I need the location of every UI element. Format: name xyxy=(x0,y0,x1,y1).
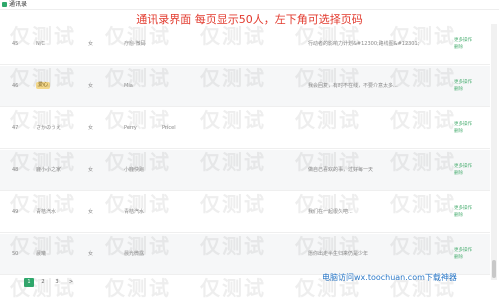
contact-name: 晨曦 xyxy=(36,251,47,257)
contact-name: 青桔汽水 xyxy=(36,209,57,215)
more-actions-link[interactable]: 更多操作 xyxy=(454,37,478,44)
watermark-text: 仅测试 xyxy=(105,276,171,300)
delete-link[interactable]: 删除 xyxy=(454,212,478,219)
watermark-text: 仅测试 xyxy=(200,276,266,300)
more-actions-link[interactable]: 更多操作 xyxy=(454,121,478,128)
contact-nickname: 疗愈·微码 xyxy=(124,41,146,47)
contact-signature: 做自己喜欢的事，过好每一天 xyxy=(308,167,374,173)
delete-link[interactable]: 删除 xyxy=(454,170,478,177)
page-2-button[interactable]: 2 xyxy=(38,278,48,287)
contact-extra xyxy=(162,234,192,275)
row-number: 45 xyxy=(12,41,19,47)
row-number: 46 xyxy=(12,83,19,89)
contact-nickname: Mia xyxy=(124,83,133,89)
contact-row[interactable]: 46 爱心 女 Mia 我会回复，有时不在线，不要介意太多... 更多操作 删除 xyxy=(0,66,490,107)
contact-name: 爱心 xyxy=(36,66,80,107)
next-page-button[interactable]: > xyxy=(66,278,76,287)
contact-signature: 行动者的影响力计划&#12300;路线图&#12301; xyxy=(308,41,420,47)
delete-link[interactable]: 删除 xyxy=(454,44,478,51)
row-number: 49 xyxy=(12,209,19,215)
contact-gender: 女 xyxy=(88,41,94,47)
title-bar: 通讯录 xyxy=(0,0,499,10)
contact-row[interactable]: 49 青桔汽水 女 青桔汽水 我们在一起很久吧... 更多操作 删除 xyxy=(0,192,490,233)
row-number: 50 xyxy=(12,251,19,257)
page-1-button[interactable]: 1 xyxy=(24,278,34,287)
contact-nickname: 小鹿快跑 xyxy=(124,167,145,173)
delete-link[interactable]: 删除 xyxy=(454,128,478,135)
contact-signature: 我会回复，有时不在线，不要介意太多... xyxy=(308,83,398,89)
page-3-button[interactable]: 3 xyxy=(52,278,62,287)
download-note: 电脑访问wx.toochuan.com下载神器 xyxy=(322,273,457,282)
contact-row[interactable]: 50 晨曦 女 晨光微露 愿你出走半生归来仍是少年 更多操作 删除 xyxy=(0,234,490,275)
contact-signature: 我们在一起很久吧... xyxy=(308,209,353,215)
scroll-thumb[interactable] xyxy=(492,260,496,278)
more-actions-link[interactable]: 更多操作 xyxy=(454,205,478,212)
contact-gender: 女 xyxy=(88,125,94,131)
contact-extra xyxy=(162,150,192,191)
contact-nickname: 晨光微露 xyxy=(124,251,145,257)
contact-extra xyxy=(162,192,192,233)
more-actions-link[interactable]: 更多操作 xyxy=(454,79,478,86)
row-number: 47 xyxy=(12,125,19,131)
contact-gender: 女 xyxy=(88,167,94,173)
contact-extra xyxy=(162,24,192,65)
row-number: 48 xyxy=(12,167,19,173)
contact-extra: Pricel xyxy=(162,125,176,131)
contact-signature xyxy=(308,108,448,149)
contact-nickname: Perry xyxy=(124,125,137,131)
contact-row[interactable]: 45 N/C 女 疗愈·微码 行动者的影响力计划&#12300;路线图&#12301; 更… xyxy=(0,24,490,65)
contact-extra xyxy=(162,66,192,107)
contact-name-tag: 爱心 xyxy=(36,82,51,89)
contact-name: さかのうえ xyxy=(36,125,62,131)
row-actions: 更多操作 删除 xyxy=(454,121,478,135)
app-icon xyxy=(2,2,7,7)
contact-row[interactable]: 47 さかのうえ 女 Perry Pricel 更多操作 删除 xyxy=(0,108,490,149)
contact-gender: 女 xyxy=(88,83,94,89)
contact-gender: 女 xyxy=(88,251,94,257)
window-title: 通讯录 xyxy=(9,1,28,8)
row-actions: 更多操作 删除 xyxy=(454,79,478,93)
contact-row[interactable]: 48 鹿小小之家 女 小鹿快跑 做自己喜欢的事，过好每一天 更多操作 删除 xyxy=(0,150,490,191)
row-actions: 更多操作 删除 xyxy=(454,163,478,177)
more-actions-link[interactable]: 更多操作 xyxy=(454,247,478,254)
delete-link[interactable]: 删除 xyxy=(454,254,478,261)
delete-link[interactable]: 删除 xyxy=(454,86,478,93)
contact-name: N/C xyxy=(36,41,45,47)
more-actions-link[interactable]: 更多操作 xyxy=(454,163,478,170)
vertical-scrollbar[interactable] xyxy=(491,24,497,280)
row-actions: 更多操作 删除 xyxy=(454,247,478,261)
contact-gender: 女 xyxy=(88,209,94,215)
row-actions: 更多操作 删除 xyxy=(454,37,478,51)
contact-name: 鹿小小之家 xyxy=(36,167,62,173)
contact-nickname: 青桔汽水 xyxy=(124,209,145,215)
row-actions: 更多操作 删除 xyxy=(454,205,478,219)
contact-signature: 愿你出走半生归来仍是少年 xyxy=(308,251,369,257)
